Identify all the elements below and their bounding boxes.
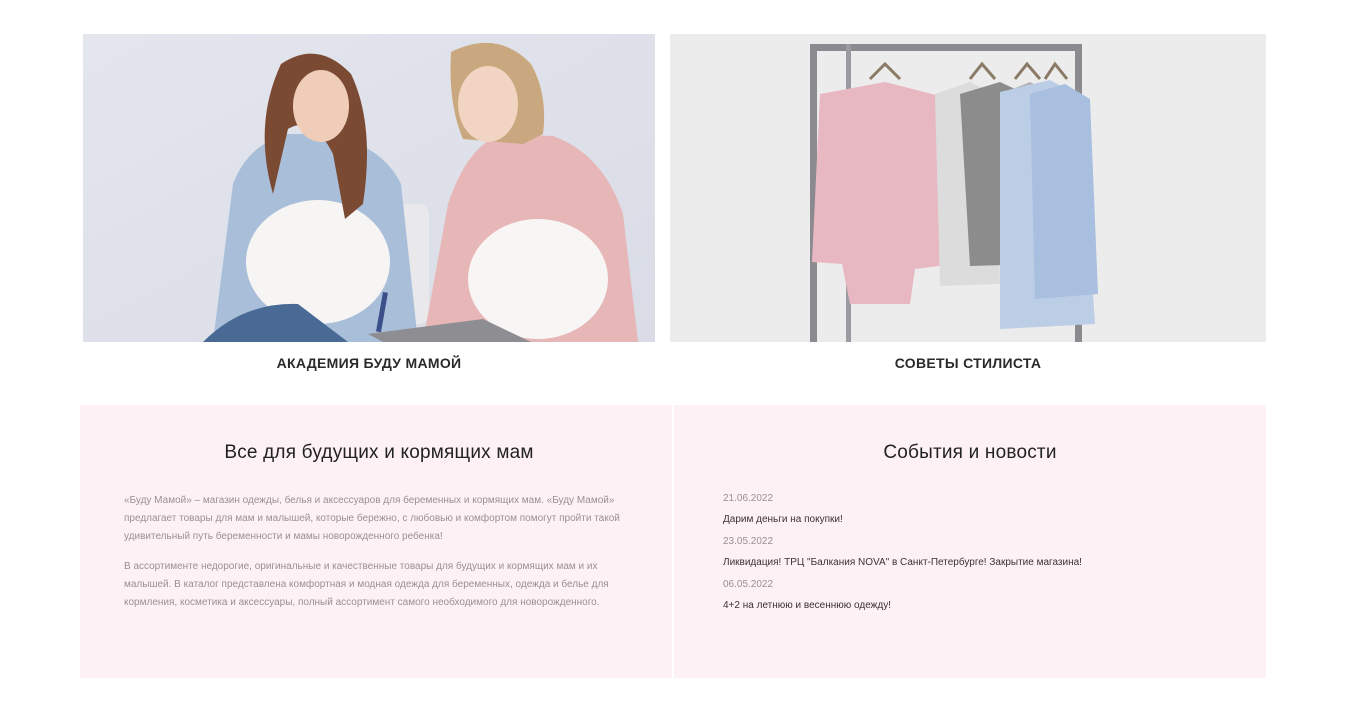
academy-link[interactable]: АКАДЕМИЯ БУДУ МАМОЙ: [83, 355, 655, 371]
about-paragraph: В ассортименте недорогие, оригинальные и…: [124, 561, 609, 608]
news-panel: События и новости 21.06.2022 Дарим деньг…: [674, 405, 1266, 678]
stylist-link[interactable]: СОВЕТЫ СТИЛИСТА: [670, 355, 1266, 371]
about-panel: Все для будущих и кормящих мам «Буду Мам…: [80, 405, 672, 678]
about-title: Все для будущих и кормящих мам: [224, 442, 534, 463]
news-link[interactable]: 4+2 на летнюю и весеннюю одежду!: [723, 599, 1226, 613]
news-date: 06.05.2022: [723, 579, 774, 590]
news-item: 06.05.2022 4+2 на летнюю и весеннюю одеж…: [723, 578, 1226, 613]
news-link[interactable]: Дарим деньги на покупки!: [723, 513, 1226, 527]
about-text: «Буду Мамой» – магазин одежды, белья и а…: [124, 492, 622, 612]
stylist-photo[interactable]: [670, 34, 1266, 342]
news-item: 21.06.2022 Дарим деньги на покупки!: [723, 492, 1226, 527]
news-link[interactable]: Ликвидация! ТРЦ "Балкания NOVA" в Санкт-…: [723, 556, 1226, 570]
news-date: 23.05.2022: [723, 536, 774, 547]
news-title: События и новости: [883, 442, 1057, 463]
news-date: 21.06.2022: [723, 493, 774, 504]
about-paragraph: «Буду Мамой» – магазин одежды, белья и а…: [124, 495, 620, 542]
promo-card-stylist[interactable]: СОВЕТЫ СТИЛИСТА: [670, 34, 1266, 371]
news-item: 23.05.2022 Ликвидация! ТРЦ "Балкания NOV…: [723, 535, 1226, 570]
academy-photo[interactable]: [83, 34, 655, 342]
news-list: 21.06.2022 Дарим деньги на покупки! 23.0…: [723, 492, 1226, 613]
promo-card-academy[interactable]: АКАДЕМИЯ БУДУ МАМОЙ: [83, 34, 655, 371]
